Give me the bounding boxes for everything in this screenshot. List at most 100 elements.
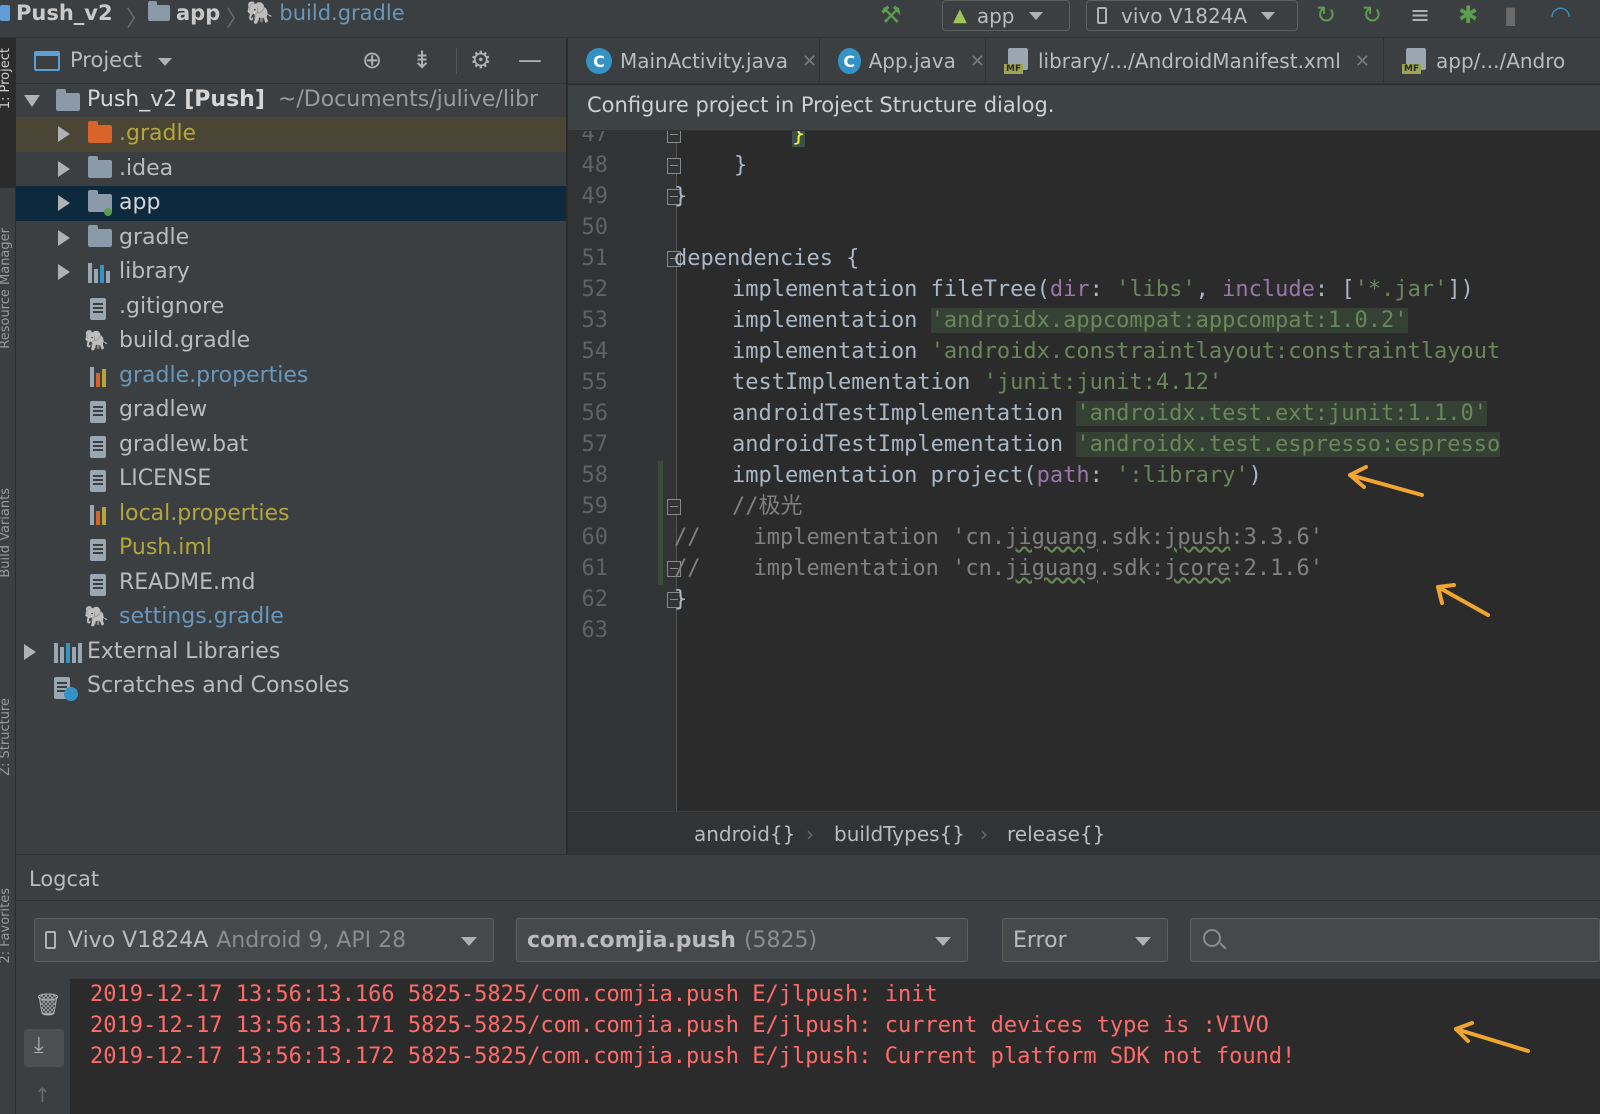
code-token: ':library'	[1116, 463, 1249, 488]
breadcrumb-separator: ›	[980, 822, 988, 846]
code-line-60: // implementation 'cn.jiguang.sdk:jpush:…	[674, 522, 1323, 553]
fold-marker-icon[interactable]	[667, 131, 681, 143]
code-line-59: //极光	[732, 494, 803, 519]
code-line-62: }	[674, 587, 688, 612]
module-folder-icon	[148, 1, 170, 21]
tree-item-gradlew-bat[interactable]: gradlew.bat	[16, 428, 566, 463]
gear-icon[interactable]: ⚙	[470, 46, 492, 74]
code-line-61: // implementation 'cn.jiguang.sdk:jcore:…	[674, 553, 1323, 584]
close-icon[interactable]: ✕	[970, 51, 985, 72]
fold-marker-icon[interactable]	[667, 158, 681, 174]
tree-item-label: library	[119, 259, 190, 284]
tree-root-item[interactable]: Push_v2 [Push] ~/Documents/julive/libr	[16, 83, 566, 118]
caret-right-icon[interactable]	[24, 644, 36, 660]
line-number: 63	[581, 618, 609, 643]
code-token: testImplementation	[732, 370, 984, 395]
tree-item-idea[interactable]: .idea	[16, 152, 566, 187]
code-token: : [	[1314, 277, 1355, 302]
code-token: // implementation 'cn.	[674, 525, 1006, 550]
caret-right-icon[interactable]	[58, 195, 70, 211]
run-configuration-select[interactable]: ▲ app	[942, 0, 1070, 31]
tree-item-push-iml[interactable]: Push.iml	[16, 531, 566, 566]
tree-item-gradle-properties[interactable]: gradle.properties	[16, 359, 566, 394]
library-icon	[54, 643, 82, 663]
tree-item-gradle[interactable]: gradle	[16, 221, 566, 256]
code-token: .sdk:	[1097, 556, 1165, 581]
tree-item-gitignore[interactable]: .gitignore	[16, 290, 566, 325]
scroll-to-end-button[interactable]: ⤓	[24, 1029, 64, 1067]
code-token: androidTestImplementation	[732, 432, 1077, 457]
logcat-process-select[interactable]: com.comjia.push (5825)	[516, 918, 968, 962]
tree-item-scratches[interactable]: Scratches and Consoles	[16, 669, 566, 704]
locate-file-icon[interactable]: ⊕	[362, 46, 382, 74]
line-number: 61	[581, 556, 609, 581]
tree-item-label: app	[119, 190, 161, 215]
caret-down-icon[interactable]	[24, 95, 40, 107]
build-hammer-icon[interactable]: ⚒	[880, 2, 902, 28]
logcat-search-input[interactable]	[1190, 918, 1600, 962]
file-icon	[90, 298, 106, 320]
profile-icon[interactable]: ◠	[1550, 2, 1571, 28]
tree-item-gradlew[interactable]: gradlew	[16, 393, 566, 428]
breadcrumb-release[interactable]: release{}	[1007, 822, 1105, 846]
tree-item-settings-gradle[interactable]: 🐘 settings.gradle	[16, 600, 566, 635]
close-icon[interactable]: ✕	[1355, 51, 1370, 72]
breadcrumb-file[interactable]: 🐘 build.gradle	[246, 0, 405, 26]
device-select[interactable]: vivo V1824A	[1086, 0, 1298, 31]
tree-item-gradle-dir[interactable]: .gradle	[16, 117, 566, 152]
tree-item-library[interactable]: library	[16, 255, 566, 290]
tree-item-license[interactable]: LICENSE	[16, 462, 566, 497]
project-view-title[interactable]: Project	[70, 48, 142, 72]
logcat-lines-icon[interactable]: ≡	[1410, 2, 1430, 28]
code-token: 'androidx.test.espresso:espresso	[1076, 432, 1501, 457]
tree-item-external-libraries[interactable]: External Libraries	[16, 635, 566, 670]
chevron-down-icon[interactable]	[158, 58, 172, 66]
caret-right-icon[interactable]	[58, 161, 70, 177]
fold-marker-icon[interactable]	[667, 499, 681, 515]
breadcrumb-project[interactable]: Push_v2	[0, 0, 113, 26]
code-line-57: androidTestImplementation 'androidx.test…	[732, 429, 1501, 460]
root-module: [Push]	[184, 87, 265, 112]
logcat-level-select[interactable]: Error	[1002, 918, 1168, 962]
breadcrumb-android[interactable]: android{}	[694, 822, 795, 846]
logcat-level-label: Error	[1013, 927, 1067, 953]
collapse-all-icon[interactable]: ⇟	[412, 46, 432, 74]
left-tool-window-strip: 1: Project Resource Manager Build Varian…	[0, 38, 16, 1114]
breadcrumb-buildtypes[interactable]: buildTypes{}	[834, 822, 965, 846]
line-number: 52	[581, 277, 609, 302]
apply-changes-icon[interactable]: ↻	[1316, 2, 1336, 28]
tab-app-manifest[interactable]: MF app/.../Andro	[1384, 38, 1600, 84]
tab-library-manifest[interactable]: MF library/.../AndroidManifest.xml ✕	[986, 38, 1384, 84]
caret-right-icon[interactable]	[58, 264, 70, 280]
tab-app-java[interactable]: C App.java ✕	[820, 38, 986, 84]
debug-bug-icon[interactable]: ✱	[1458, 2, 1478, 28]
line-number: 60	[581, 525, 609, 550]
line-number: 57	[581, 432, 609, 457]
attach-debugger-icon[interactable]: ▮	[1504, 2, 1517, 28]
logcat-device-select[interactable]: Vivo V1824A Android 9, API 28	[34, 918, 494, 962]
up-arrow-icon[interactable]: ↑	[34, 1083, 51, 1107]
code-token: path	[1036, 463, 1090, 488]
trash-icon[interactable]: 🗑	[34, 993, 62, 1018]
file-icon	[90, 436, 106, 458]
apply-code-changes-icon[interactable]: ↻	[1362, 2, 1382, 28]
line-number: 62	[581, 587, 609, 612]
tab-main-activity[interactable]: C MainActivity.java ✕	[568, 38, 820, 84]
code-editor[interactable]: 47 48 49 50 51 52 53 54 55 56 57 58 59 6…	[568, 131, 1600, 811]
breadcrumb-module[interactable]: app	[148, 0, 220, 26]
caret-right-icon[interactable]	[58, 230, 70, 246]
tab-label: app/.../Andro	[1436, 49, 1566, 73]
code-token: 'androidx.appcompat:appcompat:1.0.2'	[930, 308, 1408, 333]
close-icon[interactable]: ✕	[802, 51, 817, 72]
caret-right-icon[interactable]	[58, 126, 70, 142]
line-number: 50	[581, 215, 609, 240]
logcat-output[interactable]: 2019-12-17 13:56:13.166 5825-5825/com.co…	[70, 979, 1600, 1114]
tree-item-build-gradle[interactable]: 🐘 build.gradle	[16, 324, 566, 359]
vcs-change-marker	[658, 461, 663, 585]
code-token: )	[1248, 463, 1262, 488]
tree-item-local-properties[interactable]: local.properties	[16, 497, 566, 532]
tree-item-app[interactable]: app	[16, 186, 566, 221]
hide-panel-icon[interactable]: —	[518, 46, 542, 74]
tree-item-readme[interactable]: README.md	[16, 566, 566, 601]
phone-icon	[45, 931, 56, 949]
